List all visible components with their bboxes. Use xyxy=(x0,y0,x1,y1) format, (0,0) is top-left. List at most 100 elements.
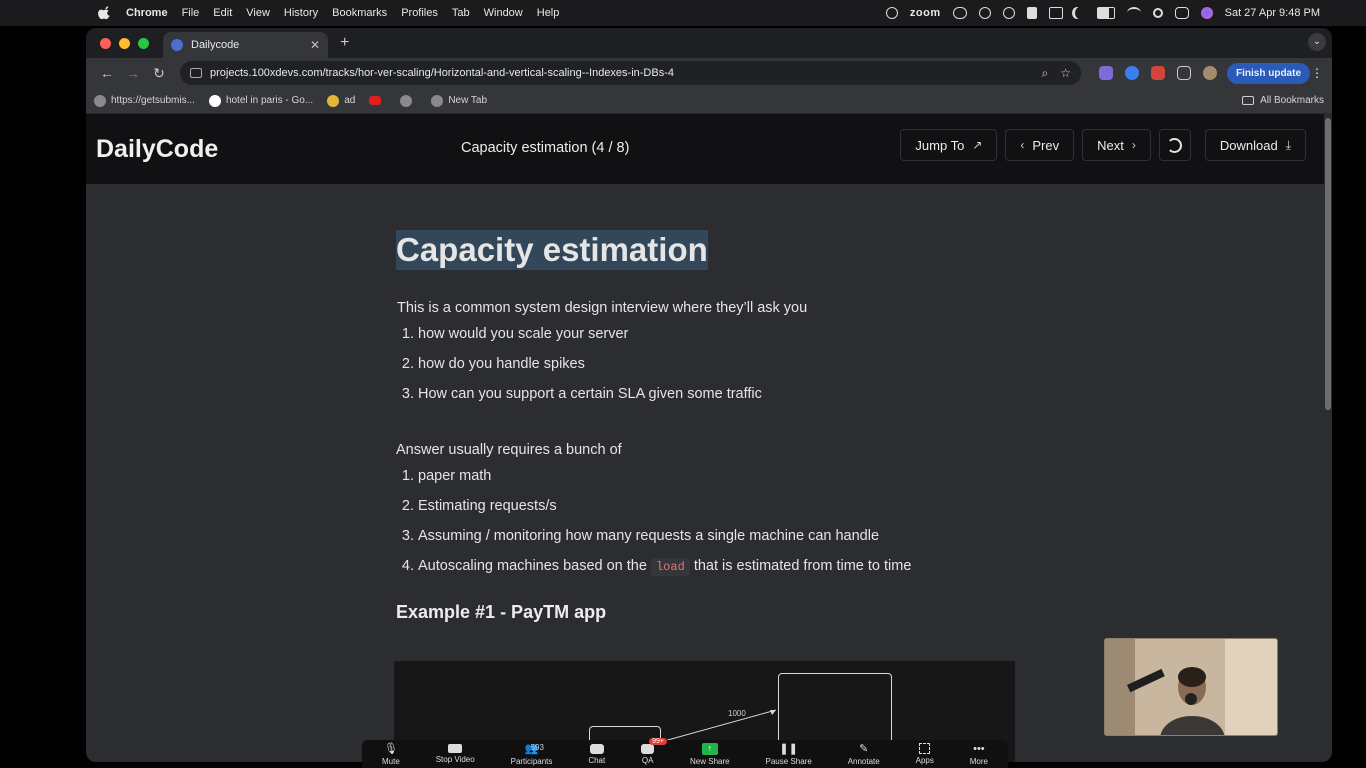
list-item: Assuming / monitoring how many requests … xyxy=(418,528,1016,544)
brand-logo[interactable]: DailyCode xyxy=(96,135,218,164)
jump-to-button[interactable]: Jump To ↗ xyxy=(900,129,998,161)
page-title: Capacity estimation (4 / 8) xyxy=(461,140,630,156)
zoom-new-share-button[interactable]: ↑ New Share xyxy=(690,742,730,766)
bookmark-ad[interactable]: ad xyxy=(327,94,355,107)
scrollbar-thumb[interactable] xyxy=(1325,118,1331,410)
next-label: Next xyxy=(1097,137,1124,153)
menu-profiles[interactable]: Profiles xyxy=(401,7,438,19)
zoom-qa-label: QA xyxy=(641,755,654,765)
address-bar[interactable]: projects.100xdevs.com/tracks/hor-ver-sca… xyxy=(180,61,1081,85)
participants-count: 593 xyxy=(530,742,544,752)
zoom-annotate-button[interactable]: ✎ Annotate xyxy=(848,743,880,766)
page-scrollbar[interactable] xyxy=(1324,114,1332,762)
bookmark-youtube[interactable] xyxy=(369,96,386,105)
back-arrow-icon[interactable]: ← xyxy=(94,65,120,81)
fullscreen-window-button[interactable] xyxy=(138,37,149,49)
theme-toggle-button[interactable] xyxy=(1158,129,1191,161)
zoom-stop-video-button[interactable]: Stop Video xyxy=(436,744,475,764)
hand-icon xyxy=(327,94,340,107)
wifi-icon[interactable] xyxy=(1126,7,1141,19)
bookmark-getsubmis[interactable]: https://getsubmis... xyxy=(94,94,195,107)
siri-icon[interactable] xyxy=(1200,7,1213,19)
menu-app-name[interactable]: Chrome xyxy=(126,7,168,19)
zoom-mute-label: Mute xyxy=(382,756,400,766)
extension-red-icon[interactable] xyxy=(1151,66,1165,80)
globe-icon xyxy=(431,94,444,107)
bookmark-hotel-paris[interactable]: hotel in paris - Go... xyxy=(208,94,313,107)
window-controls xyxy=(100,37,149,49)
zoom-more-button[interactable]: ••• More xyxy=(970,743,988,766)
new-tab-icon[interactable]: + xyxy=(340,34,349,52)
moon-icon[interactable] xyxy=(1075,7,1085,19)
search-icon[interactable] xyxy=(1152,8,1163,18)
next-button[interactable]: Next › xyxy=(1082,129,1151,161)
forward-arrow-icon[interactable]: → xyxy=(120,65,146,81)
finish-update-button[interactable]: Finish update xyxy=(1227,62,1310,84)
menu-window[interactable]: Window xyxy=(484,7,523,19)
zoom-chat-label: Chat xyxy=(588,755,606,765)
menu-history[interactable]: History xyxy=(284,7,318,19)
reload-icon[interactable]: ↻ xyxy=(146,65,172,82)
list-item: paper math xyxy=(418,468,1016,484)
menu-help[interactable]: Help xyxy=(537,7,560,19)
answer-intro-paragraph: Answer usually requires a bunch of xyxy=(396,442,622,458)
qa-badge: 99+ xyxy=(649,737,667,745)
menu-edit[interactable]: Edit xyxy=(213,7,232,19)
answers-list: paper math Estimating requests/s Assumin… xyxy=(418,468,1016,576)
extension-purple-icon[interactable] xyxy=(1099,66,1113,80)
zoom-pause-share-button[interactable]: ❚❚ Pause Share xyxy=(766,743,812,766)
menu-file[interactable]: File xyxy=(182,7,200,19)
qa-icon xyxy=(641,743,655,754)
zoom-mute-button[interactable]: 🎙 Mute xyxy=(382,743,400,766)
apple-icon[interactable] xyxy=(98,6,112,20)
tab-dailycode[interactable]: Dailycode ✕ xyxy=(163,32,328,58)
zoom-participants-label: Participants xyxy=(510,756,553,766)
bookmark-circle[interactable] xyxy=(400,94,417,107)
video-camera-icon xyxy=(448,744,463,753)
menu-view[interactable]: View xyxy=(246,7,270,19)
chrome-menu-icon[interactable]: ⋮ xyxy=(1310,66,1324,80)
lock-app-icon[interactable] xyxy=(1026,7,1037,19)
close-window-button[interactable] xyxy=(100,37,111,49)
vpn-icon[interactable] xyxy=(1002,7,1015,19)
pause-icon: ❚❚ xyxy=(779,743,798,755)
zoom-qa-button[interactable]: 99+ QA xyxy=(641,737,667,765)
zoom-chat-button[interactable]: Chat xyxy=(588,743,606,765)
zoom-more-label: More xyxy=(969,756,988,766)
zoom-status-label[interactable]: zoom xyxy=(910,7,941,19)
zoom-participants-button[interactable]: 👥 593 Participants xyxy=(511,743,553,766)
presenter-video-image xyxy=(1105,639,1277,735)
microphone-icon: 🎙 xyxy=(383,743,398,755)
profile-avatar-icon[interactable] xyxy=(1203,66,1217,80)
zoom-annotate-label: Annotate xyxy=(847,756,880,766)
site-info-icon[interactable] xyxy=(190,68,202,78)
article-heading[interactable]: Capacity estimation xyxy=(396,230,708,270)
intro-paragraph: This is a common system design interview… xyxy=(397,300,808,316)
zoom-magnifier-icon[interactable]: ⌕ xyxy=(1042,66,1049,81)
menu-bookmarks[interactable]: Bookmarks xyxy=(332,7,387,19)
extension-blue-icon[interactable] xyxy=(1125,66,1139,80)
tab-strip: Dailycode ✕ + ⌄ xyxy=(86,28,1332,58)
tab-search-chevron-icon[interactable]: ⌄ xyxy=(1308,33,1326,51)
all-bookmarks-button[interactable]: All Bookmarks xyxy=(1242,95,1324,106)
battery-icon[interactable] xyxy=(1096,7,1115,19)
url-text[interactable]: projects.100xdevs.com/tracks/hor-ver-sca… xyxy=(210,67,1030,79)
screen-icon[interactable] xyxy=(1048,7,1063,19)
control-center-icon[interactable] xyxy=(1174,7,1189,19)
cloud-icon[interactable] xyxy=(952,7,967,19)
webcam-video[interactable] xyxy=(1104,638,1278,736)
menu-tab[interactable]: Tab xyxy=(452,7,470,19)
zoom-apps-button[interactable]: Apps xyxy=(916,743,934,765)
download-button[interactable]: Download ⤓ xyxy=(1204,129,1306,161)
minimize-window-button[interactable] xyxy=(119,37,130,49)
list-item: how would you scale your server xyxy=(418,326,1016,342)
extensions-puzzle-icon[interactable] xyxy=(1177,66,1191,80)
bookmark-star-icon[interactable]: ☆ xyxy=(1060,66,1071,80)
close-tab-icon[interactable]: ✕ xyxy=(310,38,320,52)
chevron-right-icon: › xyxy=(1131,138,1136,152)
status-app-icon[interactable] xyxy=(885,7,898,19)
bookmark-new-tab[interactable]: New Tab xyxy=(431,94,487,107)
menubar-datetime[interactable]: Sat 27 Apr 9:48 PM xyxy=(1225,7,1320,19)
menu-extra-icon[interactable] xyxy=(978,7,991,19)
prev-button[interactable]: ‹ Prev xyxy=(1005,129,1075,161)
